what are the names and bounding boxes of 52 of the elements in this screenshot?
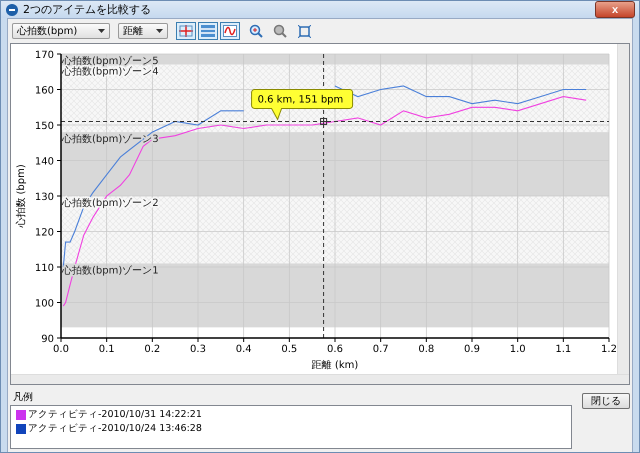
bands-icon: [201, 25, 215, 37]
y-tick-label: 130: [34, 192, 54, 203]
fit-icon: [298, 24, 310, 38]
y-tick-label: 150: [34, 121, 54, 132]
x-tick-label: 0.9: [464, 344, 480, 355]
x-tick-label: 1.1: [555, 344, 572, 355]
x-tick-label: 0.0: [53, 344, 69, 355]
zoom-in-icon: [249, 24, 263, 38]
x-tick-label: 0.4: [236, 344, 252, 355]
x-axis-title: 距離 (km): [312, 360, 358, 371]
caret-icon: [156, 29, 163, 33]
y-axis-title: 心拍数 (bpm): [16, 164, 27, 228]
y-tick-label: 100: [34, 298, 54, 310]
zone-label: 心拍数(bpm)ゾーン5: [62, 56, 159, 67]
app-icon: [6, 4, 18, 16]
x-tick-label: 0.2: [144, 344, 160, 355]
zoom-in-button[interactable]: [248, 23, 264, 39]
zoom-out-button[interactable]: [272, 23, 288, 39]
legend-label: アクティビティ-2010/10/31 14:22:21: [28, 408, 202, 421]
x-tick-label: 0.7: [372, 344, 389, 355]
zones-toggle[interactable]: [198, 22, 218, 40]
metric-dropdown[interactable]: 心拍数(bpm): [12, 23, 110, 39]
smoothing-toggle[interactable]: [220, 22, 240, 40]
x-tick-label: 0.1: [98, 344, 115, 355]
y-tick-label: 170: [34, 50, 54, 61]
zoom-out-icon: [273, 24, 287, 38]
window-title: 2つのアイテムを比較する: [23, 2, 152, 17]
y-tick-label: 160: [34, 86, 54, 96]
x-tick-label: 1.2: [601, 344, 617, 355]
axis-dropdown[interactable]: 距離: [118, 23, 168, 39]
legend-title: 凡例: [13, 391, 33, 404]
caret-icon: [98, 29, 105, 33]
wave-icon: [223, 25, 237, 37]
y-tick-label: 120: [34, 228, 54, 238]
x-tick-label: 1.0: [510, 344, 526, 355]
legend-label: アクティビティ-2010/10/24 13:46:28: [28, 422, 202, 435]
zone-label: 心拍数(bpm)ゾーン4: [62, 66, 159, 78]
x-tick-label: 0.5: [281, 344, 298, 355]
crosshair-toggle[interactable]: [176, 22, 196, 40]
x-tick-label: 0.3: [190, 344, 206, 355]
close-dialog-button[interactable]: 閉じる: [582, 393, 630, 409]
y-tick-label: 90: [41, 334, 54, 345]
y-tick-label: 140: [34, 156, 54, 168]
x-tick-label: 0.6: [327, 344, 343, 355]
horizontal-scrollbar[interactable]: [11, 374, 629, 384]
y-tick-label: 110: [34, 263, 54, 274]
tooltip-text: 0.6 km, 151 bpm: [258, 94, 344, 106]
cursor-marker: [320, 118, 328, 125]
crosshair-icon: [179, 25, 193, 37]
fit-button[interactable]: [296, 23, 312, 39]
vertical-scrollbar[interactable]: [617, 44, 629, 374]
x-tick-label: 0.8: [418, 344, 434, 355]
